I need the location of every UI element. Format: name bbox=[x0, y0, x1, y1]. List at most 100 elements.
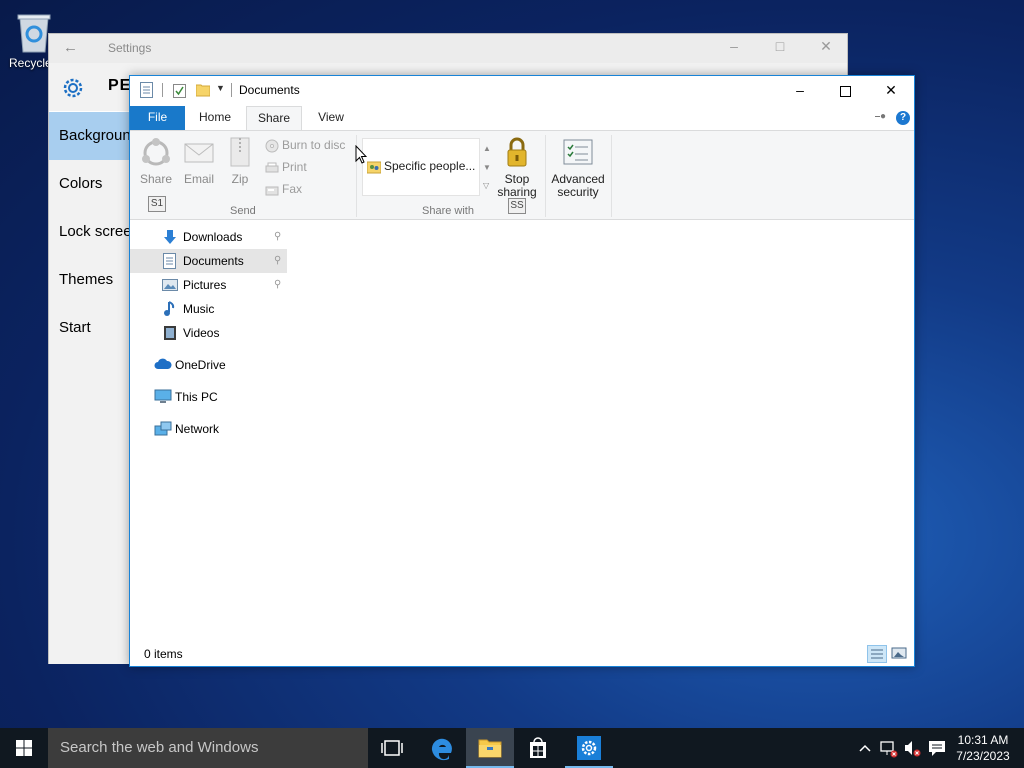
item-count: 0 items bbox=[144, 647, 183, 661]
zip-button[interactable]: Zip bbox=[226, 136, 254, 186]
share-with-gallery[interactable]: Specific people... ▲ ▼ ▽ bbox=[362, 138, 491, 196]
ribbon-separator-3 bbox=[611, 135, 612, 217]
advanced-security-label-2: security bbox=[557, 185, 599, 199]
disc-icon bbox=[265, 139, 279, 153]
share-with-group-label: Share with bbox=[422, 205, 474, 217]
task-view-icon bbox=[381, 740, 403, 756]
edge-button[interactable] bbox=[418, 728, 466, 768]
nav-item-onedrive[interactable]: OneDrive bbox=[130, 353, 287, 377]
minimize-button[interactable]: – bbox=[777, 76, 823, 104]
burn-to-disc-label: Burn to disc bbox=[282, 138, 346, 152]
nav-label-onedrive: OneDrive bbox=[175, 358, 226, 372]
settings-nav-background[interactable]: Backgroun bbox=[49, 112, 131, 160]
share-icon bbox=[142, 138, 170, 166]
nav-label-network: Network bbox=[175, 422, 220, 436]
settings-taskbar-button[interactable] bbox=[565, 728, 613, 768]
taskbar-search-box[interactable]: Search the web and Windows bbox=[48, 728, 368, 768]
task-view-button[interactable] bbox=[368, 728, 416, 768]
gallery-down-icon[interactable]: ▼ bbox=[483, 163, 491, 172]
store-button[interactable] bbox=[514, 728, 562, 768]
status-bar: 0 items bbox=[130, 641, 914, 666]
nav-item-documents[interactable]: Documents ⚲ bbox=[130, 249, 287, 273]
tab-share[interactable]: Share bbox=[246, 106, 302, 131]
file-list-area[interactable] bbox=[287, 221, 914, 641]
specific-people-item[interactable]: Specific people... bbox=[366, 159, 476, 174]
stop-sharing-button[interactable]: Stop sharing bbox=[494, 136, 540, 199]
nav-label-videos: Videos bbox=[183, 326, 220, 340]
specific-people-label: Specific people... bbox=[384, 159, 476, 173]
settings-gear-icon bbox=[577, 736, 601, 760]
gear-icon bbox=[61, 76, 85, 103]
email-icon bbox=[184, 143, 214, 163]
nav-label-downloads: Downloads bbox=[183, 230, 243, 244]
settings-sidebar: Backgroun Colors Lock screen Themes Star… bbox=[49, 112, 131, 664]
network-status-icon[interactable] bbox=[878, 728, 900, 768]
back-arrow-icon[interactable]: ← bbox=[63, 39, 78, 56]
qat-dropdown-icon[interactable]: ▼ bbox=[216, 83, 225, 93]
pin-icon[interactable]: ⚲ bbox=[274, 249, 281, 273]
nav-item-music[interactable]: Music bbox=[130, 297, 287, 321]
properties-check-icon[interactable] bbox=[173, 84, 186, 101]
download-arrow-icon bbox=[164, 230, 176, 244]
close-button[interactable]: ✕ bbox=[868, 76, 914, 104]
qat-separator bbox=[162, 83, 163, 97]
pin-icon[interactable]: ⚲ bbox=[274, 273, 281, 297]
nav-item-pictures[interactable]: Pictures ⚲ bbox=[130, 273, 287, 297]
burn-to-disc-button[interactable]: Burn to disc bbox=[265, 135, 345, 155]
nav-label-music: Music bbox=[183, 302, 215, 316]
ribbon-tabs: File Home Share View ⎯● ? bbox=[130, 104, 914, 131]
file-explorer-button[interactable] bbox=[466, 728, 514, 768]
settings-nav-themes[interactable]: Themes bbox=[49, 256, 131, 304]
help-icon[interactable]: ? bbox=[896, 111, 910, 125]
people-icon bbox=[366, 161, 382, 174]
fax-button[interactable]: Fax bbox=[265, 179, 302, 199]
nav-item-downloads[interactable]: Downloads ⚲ bbox=[130, 225, 287, 249]
settings-nav-colors[interactable]: Colors bbox=[49, 160, 131, 208]
explorer-title: Documents bbox=[239, 83, 300, 97]
print-button[interactable]: Print bbox=[265, 157, 307, 177]
email-button[interactable]: Email bbox=[182, 136, 216, 186]
advanced-security-button[interactable]: Advanced security bbox=[550, 136, 606, 199]
share-ribbon: Share Email Zip Burn to disc Print Fax S… bbox=[130, 130, 914, 220]
details-view-icon[interactable] bbox=[867, 645, 887, 663]
nav-item-network[interactable]: Network bbox=[130, 417, 287, 441]
action-center-icon[interactable] bbox=[926, 728, 948, 768]
start-button[interactable] bbox=[0, 728, 48, 768]
taskbar: Search the web and Windows 10:31 AM 7/23… bbox=[0, 728, 1024, 768]
share-button[interactable]: Share bbox=[138, 136, 174, 186]
minimize-icon[interactable]: – bbox=[727, 39, 741, 53]
large-icons-view-icon[interactable] bbox=[890, 645, 910, 663]
explorer-window[interactable]: ▼ Documents – ✕ File Home Share View ⎯● … bbox=[129, 75, 915, 667]
clock-time: 10:31 AM bbox=[957, 733, 1009, 747]
videos-icon bbox=[164, 326, 176, 340]
settings-nav-lock-screen[interactable]: Lock screen bbox=[49, 208, 131, 256]
close-icon[interactable]: ✕ bbox=[819, 39, 833, 53]
pin-icon[interactable]: ⚲ bbox=[274, 225, 281, 249]
pictures-icon bbox=[162, 279, 178, 291]
gallery-more-icon[interactable]: ▽ bbox=[483, 181, 489, 190]
maximize-button[interactable] bbox=[822, 76, 868, 104]
taskbar-clock[interactable]: 10:31 AM 7/23/2023 bbox=[950, 732, 1016, 764]
volume-muted-icon[interactable] bbox=[902, 728, 924, 768]
show-hidden-icons-chevron-icon[interactable] bbox=[856, 728, 874, 768]
new-folder-icon[interactable] bbox=[195, 83, 211, 100]
nav-item-this-pc[interactable]: This PC bbox=[130, 385, 287, 409]
settings-title-bar[interactable]: ← Settings – □ ✕ bbox=[49, 34, 847, 63]
tab-view[interactable]: View bbox=[306, 106, 356, 130]
pin-ribbon-icon[interactable]: ⎯● bbox=[875, 111, 886, 122]
print-label: Print bbox=[282, 160, 307, 174]
explorer-title-bar[interactable]: ▼ Documents – ✕ bbox=[130, 76, 914, 104]
nav-label-this-pc: This PC bbox=[175, 390, 218, 404]
tab-home[interactable]: Home bbox=[190, 106, 240, 130]
settings-nav-start[interactable]: Start bbox=[49, 304, 131, 352]
settings-title: Settings bbox=[108, 41, 152, 55]
ribbon-separator-2 bbox=[545, 135, 546, 217]
maximize-icon[interactable]: □ bbox=[773, 39, 787, 53]
nav-item-videos[interactable]: Videos bbox=[130, 321, 287, 345]
zip-label: Zip bbox=[231, 172, 249, 186]
tab-file[interactable]: File bbox=[130, 106, 185, 130]
gallery-up-icon[interactable]: ▲ bbox=[483, 144, 491, 153]
qat-separator-2 bbox=[231, 83, 232, 97]
edge-browser-icon bbox=[431, 738, 452, 761]
documents-icon bbox=[163, 253, 176, 269]
